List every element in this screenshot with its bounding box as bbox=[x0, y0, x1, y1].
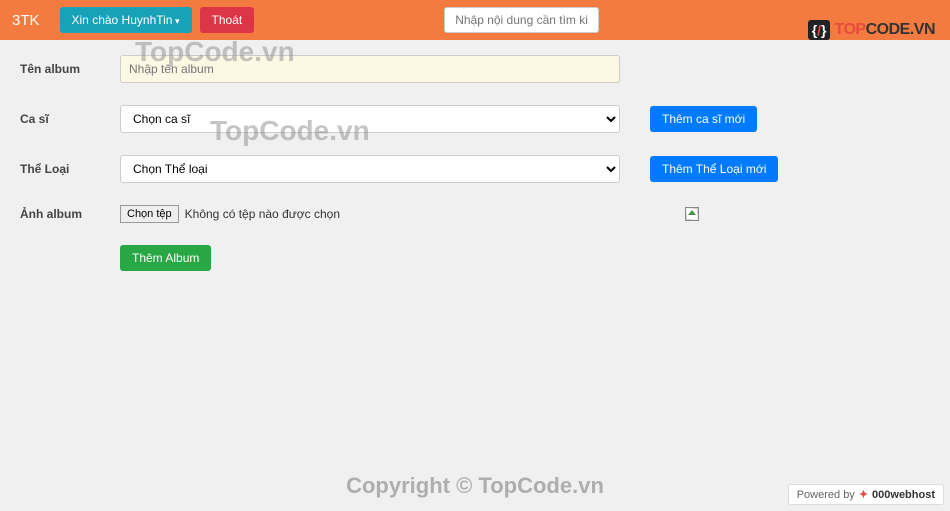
album-name-input[interactable] bbox=[120, 55, 620, 83]
row-singer: Ca sĩ Chọn ca sĩ Thêm ca sĩ mới bbox=[20, 105, 930, 133]
file-status-text: Không có tệp nào được chọn bbox=[185, 207, 340, 221]
site-logo: {/} TOPCODE.VN bbox=[808, 20, 935, 40]
row-submit: Thêm Album bbox=[20, 245, 930, 271]
powered-brand: 000webhost bbox=[872, 489, 935, 501]
user-greeting-dropdown[interactable]: Xin chào HuynhTin bbox=[60, 7, 192, 33]
logout-button[interactable]: Thoát bbox=[200, 7, 255, 33]
row-genre: Thể Loại Chọn Thể loại Thêm Thể Loại mới bbox=[20, 155, 930, 183]
flame-icon: ✦ bbox=[859, 488, 868, 501]
genre-label: Thể Loại bbox=[20, 162, 120, 176]
album-form: Tên album Ca sĩ Chọn ca sĩ Thêm ca sĩ mớ… bbox=[0, 40, 950, 286]
add-singer-button[interactable]: Thêm ca sĩ mới bbox=[650, 106, 757, 132]
singer-label: Ca sĩ bbox=[20, 112, 120, 126]
logo-badge-icon: {/} bbox=[808, 20, 831, 40]
nav-search-wrap bbox=[444, 7, 599, 33]
powered-prefix: Powered by bbox=[797, 489, 855, 501]
powered-by-badge: Powered by ✦ 000webhost bbox=[788, 484, 944, 505]
choose-file-button[interactable]: Chọn tệp bbox=[120, 205, 179, 223]
submit-button[interactable]: Thêm Album bbox=[120, 245, 211, 271]
row-album-name: Tên album bbox=[20, 55, 930, 83]
album-name-label: Tên album bbox=[20, 62, 120, 76]
singer-select[interactable]: Chọn ca sĩ bbox=[120, 105, 620, 133]
broken-image-icon bbox=[685, 207, 699, 221]
brand-title: 3TK bbox=[12, 12, 40, 29]
search-input[interactable] bbox=[444, 7, 599, 33]
row-image: Ảnh album Chọn tệp Không có tệp nào được… bbox=[20, 205, 930, 223]
image-label: Ảnh album bbox=[20, 207, 120, 221]
file-input-wrap: Chọn tệp Không có tệp nào được chọn bbox=[120, 205, 699, 223]
logo-text: TOPCODE.VN bbox=[834, 21, 935, 39]
genre-select[interactable]: Chọn Thể loại bbox=[120, 155, 620, 183]
add-genre-button[interactable]: Thêm Thể Loại mới bbox=[650, 156, 778, 182]
